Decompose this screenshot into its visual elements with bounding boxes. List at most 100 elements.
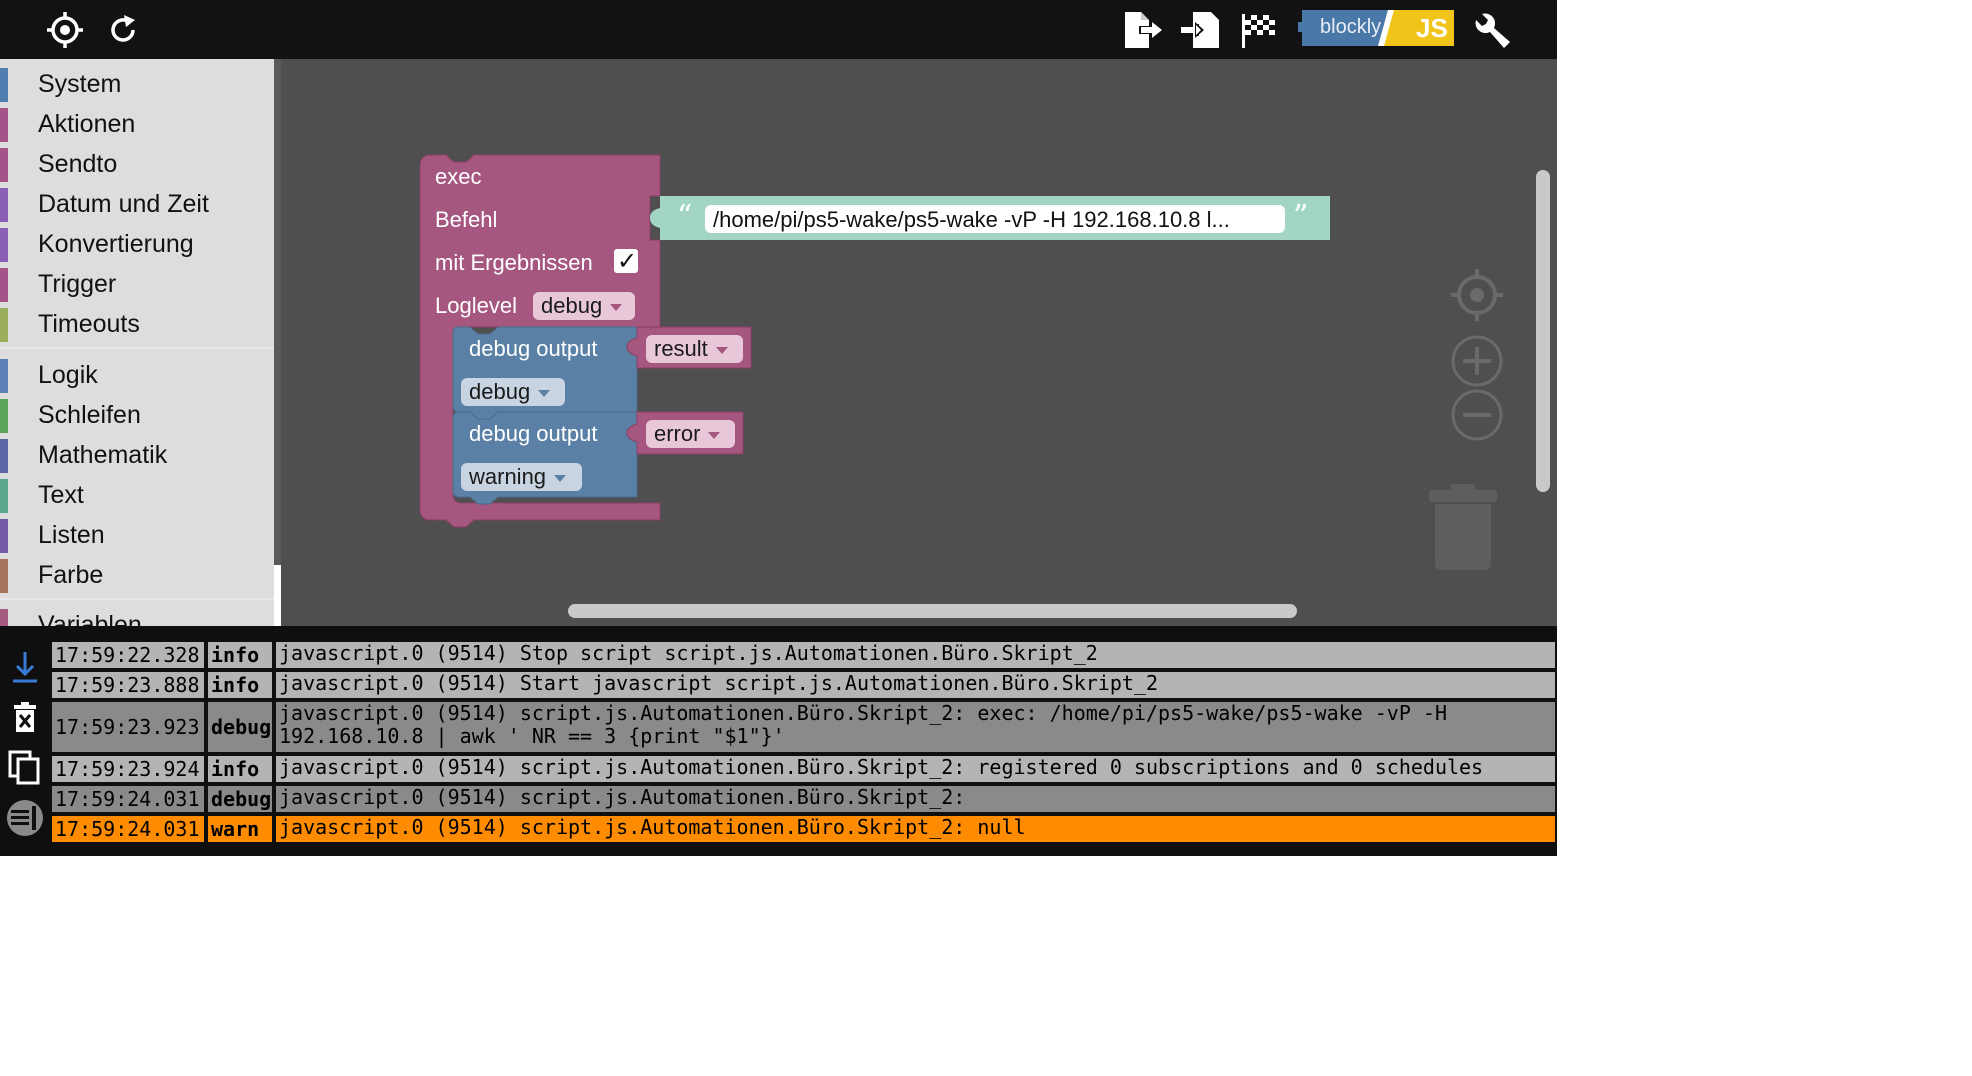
category-color-bar [0, 559, 8, 593]
category-variablen[interactable]: Variablen [0, 607, 274, 626]
category-color-bar [0, 359, 8, 393]
category-toolbox: System Aktionen Sendto Datum und Zeit Ko… [0, 59, 274, 626]
category-listen[interactable]: Listen [0, 517, 274, 555]
category-aktionen[interactable]: Aktionen [0, 106, 274, 144]
log-time: 17:59:24.031 [50, 784, 206, 814]
category-timeouts[interactable]: Timeouts [0, 306, 274, 344]
category-separator [0, 347, 274, 349]
blockly-js-logo[interactable]: blockly JS [1298, 10, 1454, 46]
copy-icon[interactable] [0, 746, 50, 790]
category-label: System [38, 70, 122, 98]
loglevel-value: debug [541, 293, 603, 318]
log-time: 17:59:23.923 [50, 700, 206, 754]
crosshair-icon[interactable] [43, 8, 87, 52]
category-konvertierung[interactable]: Konvertierung [0, 226, 274, 264]
recenter-icon[interactable] [1449, 267, 1505, 323]
workspace-vertical-scrollbar[interactable] [1536, 170, 1550, 492]
log-table: 17:59:22.328 info javascript.0 (9514) St… [50, 640, 1557, 856]
exec-block-title: exec [435, 164, 482, 189]
category-color-bar [0, 148, 8, 182]
open-quote-icon: “ [677, 199, 693, 234]
debug-level-value-1: debug [469, 379, 531, 404]
category-trigger[interactable]: Trigger [0, 266, 274, 304]
zoom-out-icon[interactable] [1449, 387, 1505, 443]
category-label: Datum und Zeit [38, 190, 209, 218]
checkered-flag-icon[interactable] [1236, 8, 1280, 52]
category-label: Variablen [38, 611, 142, 626]
scroll-down-icon[interactable] [0, 644, 50, 688]
wrench-icon[interactable] [1470, 8, 1514, 52]
log-toolbar [0, 640, 50, 856]
log-time: 17:59:22.328 [50, 640, 206, 670]
results-label: mit Ergebnissen [435, 250, 593, 275]
debug-level-value-2: warning [469, 464, 547, 489]
debug-output-label-2: debug output [469, 421, 598, 446]
log-row: 17:59:23.888 info javascript.0 (9514) St… [50, 670, 1557, 700]
category-datum-und-zeit[interactable]: Datum und Zeit [0, 186, 274, 224]
error-variable-dropdown[interactable]: error [646, 420, 728, 448]
category-color-bar [0, 308, 8, 342]
category-label: Timeouts [38, 310, 140, 338]
debug-level-dropdown-1[interactable]: debug [461, 378, 558, 406]
result-variable-value: result [654, 336, 708, 361]
log-level: debug [206, 700, 274, 754]
category-schleifen[interactable]: Schleifen [0, 397, 274, 435]
toolbox-scrollbar[interactable] [274, 59, 281, 565]
category-color-bar [0, 439, 8, 473]
category-mathematik[interactable]: Mathematik [0, 437, 274, 475]
category-color-bar [0, 609, 8, 626]
loglevel-label: Loglevel [435, 293, 517, 318]
export-icon[interactable] [1120, 8, 1164, 52]
category-label: Konvertierung [38, 230, 194, 258]
category-text[interactable]: Text [0, 477, 274, 515]
befehl-label: Befehl [435, 207, 498, 232]
result-variable-dropdown[interactable]: result [646, 335, 736, 363]
category-farbe[interactable]: Farbe [0, 557, 274, 595]
log-row: 17:59:23.924 info javascript.0 (9514) sc… [50, 754, 1557, 784]
workspace-horizontal-scrollbar[interactable] [568, 604, 1297, 618]
category-color-bar [0, 108, 8, 142]
clear-log-icon[interactable] [0, 696, 50, 740]
category-separator [0, 598, 274, 600]
debug-level-dropdown-2[interactable]: warning [461, 463, 574, 491]
loglevel-dropdown[interactable]: debug [533, 292, 630, 320]
category-label: Listen [38, 521, 105, 549]
category-color-bar [0, 519, 8, 553]
log-row: 17:59:24.031 debug javascript.0 (9514) s… [50, 784, 1557, 814]
category-label: Logik [38, 361, 98, 389]
trash-icon[interactable] [1427, 484, 1499, 574]
log-splitter[interactable] [0, 626, 1557, 640]
log-row: 17:59:22.328 info javascript.0 (9514) St… [50, 640, 1557, 670]
refresh-icon[interactable] [101, 8, 145, 52]
import-icon[interactable] [1178, 8, 1222, 52]
zoom-in-icon[interactable] [1449, 333, 1505, 389]
log-row: 17:59:23.923 debug javascript.0 (9514) s… [50, 700, 1557, 754]
logo-suffix: JS [1416, 13, 1448, 43]
log-time: 17:59:24.031 [50, 814, 206, 844]
blockly-workspace[interactable]: exec Befehl mit Ergebnissen ✓ Loglevel “… [281, 59, 1560, 626]
log-time: 17:59:23.924 [50, 754, 206, 784]
category-logik[interactable]: Logik [0, 357, 274, 395]
category-label: Text [38, 481, 84, 509]
category-color-bar [0, 399, 8, 433]
chevron-down-icon [538, 389, 551, 397]
bottom-margin [0, 856, 1972, 1076]
command-text-field[interactable]: /home/pi/ps5-wake/ps5-wake -vP -H 192.16… [713, 207, 1230, 233]
log-row: 17:59:24.031 warn javascript.0 (9514) sc… [50, 814, 1557, 844]
category-color-bar [0, 188, 8, 222]
log-message: javascript.0 (9514) script.js.Automation… [274, 700, 1557, 754]
close-quote-icon: ” [1293, 199, 1309, 234]
log-message: javascript.0 (9514) Stop script script.j… [274, 640, 1557, 670]
log-message: javascript.0 (9514) script.js.Automation… [274, 814, 1557, 844]
log-message: javascript.0 (9514) script.js.Automation… [274, 754, 1557, 784]
toggle-log-icon[interactable] [0, 796, 50, 840]
category-label: Mathematik [38, 441, 168, 469]
chevron-down-icon [610, 303, 623, 311]
results-checkbox[interactable]: ✓ [617, 247, 637, 275]
category-sendto[interactable]: Sendto [0, 146, 274, 184]
category-color-bar [0, 479, 8, 513]
log-level: info [206, 670, 274, 700]
log-level: warn [206, 814, 274, 844]
category-system[interactable]: System [0, 66, 274, 104]
category-label: Trigger [38, 270, 117, 298]
